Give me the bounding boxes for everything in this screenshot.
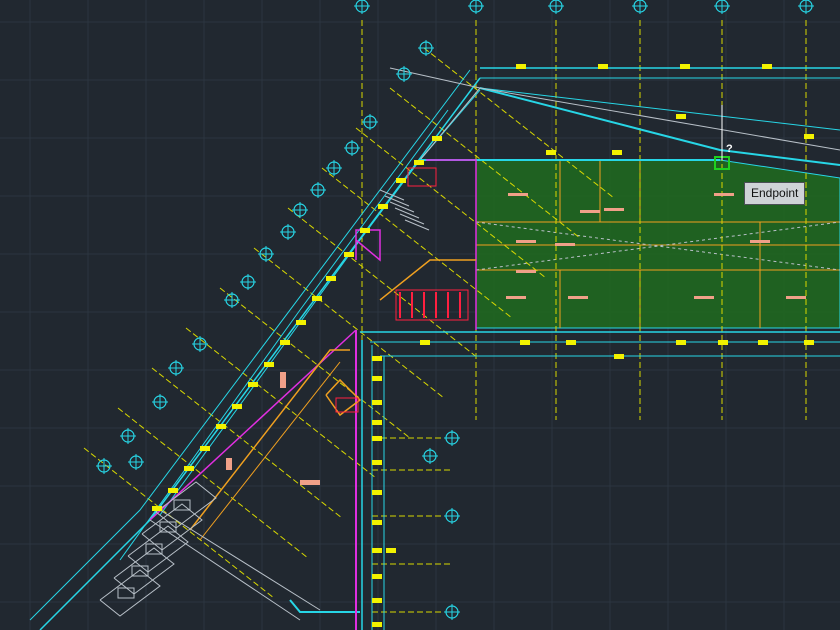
dimension-tag [420, 340, 430, 345]
room-label [516, 270, 536, 273]
dimension-tag [676, 340, 686, 345]
room-label [568, 296, 588, 299]
dimension-tag [184, 466, 194, 471]
dimension-tag [386, 548, 396, 553]
dimension-tag [372, 436, 382, 441]
wall-orange [199, 361, 341, 541]
dimension-tag [432, 136, 442, 141]
axis-line [287, 207, 479, 359]
furniture [280, 372, 286, 388]
dimension-tag [232, 404, 242, 409]
car-outline [117, 587, 135, 599]
dimension-tag [372, 356, 382, 361]
cad-drawing-viewport[interactable]: ? Endpoint [0, 0, 840, 630]
dimension-tag [804, 134, 814, 139]
toilet-block [395, 289, 469, 321]
dimension-tag [804, 340, 814, 345]
dimension-tag [372, 598, 382, 603]
parking-stall [99, 569, 161, 617]
room-label [694, 296, 714, 299]
dimension-tag [520, 340, 530, 345]
room-label [786, 296, 806, 299]
dimension-tag [546, 150, 556, 155]
dimension-tag [372, 420, 382, 425]
room-label [750, 240, 770, 243]
wall-orange [379, 259, 476, 301]
dimension-tag [312, 296, 322, 301]
room-label [508, 193, 528, 196]
dimension-tag [676, 114, 686, 119]
room-label [604, 208, 624, 211]
dimension-tag [762, 64, 772, 69]
dimension-tag [612, 150, 622, 155]
dimension-tag [680, 64, 690, 69]
dimension-tag [598, 64, 608, 69]
parking-stall [141, 503, 203, 551]
wall-lines [29, 67, 840, 630]
wall-grey [149, 519, 301, 621]
wall-slope [479, 87, 840, 166]
dimension-tag [200, 446, 210, 451]
room-label [580, 210, 600, 213]
wall-magenta [355, 229, 381, 262]
dimension-tag [372, 548, 382, 553]
dimension-tag [614, 354, 624, 359]
dimension-tag [414, 160, 424, 165]
dimension-tag [516, 64, 526, 69]
dimension-tag [372, 622, 382, 627]
dimension-tag [372, 400, 382, 405]
room-label [506, 296, 526, 299]
parking-stall [113, 547, 175, 595]
furniture [300, 480, 320, 485]
dimension-tag [372, 376, 382, 381]
wall-grey [159, 509, 321, 611]
dimension-tag [216, 424, 226, 429]
osnap-endpoint-tooltip: Endpoint [744, 182, 806, 205]
dimension-tag [152, 506, 162, 511]
dimension-tag [758, 340, 768, 345]
wall-outer [29, 69, 471, 621]
dimension-tag [344, 252, 354, 257]
dimension-tag [372, 574, 382, 579]
cursor-hint-icon: ? [726, 143, 733, 155]
dimension-tag [248, 382, 258, 387]
dimension-tag [360, 228, 370, 233]
dimension-tag [718, 340, 728, 345]
dimension-tag [280, 340, 290, 345]
dimension-tag [326, 276, 336, 281]
dimension-tag [372, 460, 382, 465]
wall-magenta [149, 329, 357, 521]
dimension-tag [296, 320, 306, 325]
room-label [516, 240, 536, 243]
wall-slope [479, 87, 840, 151]
furniture [226, 458, 232, 470]
room-label [714, 193, 734, 196]
axis-line [219, 287, 411, 439]
dimension-tag [372, 520, 382, 525]
dimension-tag [264, 362, 274, 367]
floor-plan-canvas[interactable] [0, 0, 840, 630]
dimension-tag [168, 488, 178, 493]
dimension-tag [566, 340, 576, 345]
room-label [555, 243, 575, 246]
dimension-tag [378, 204, 388, 209]
wall-slope [479, 87, 840, 131]
dimension-tag [396, 178, 406, 183]
dimension-tag [372, 490, 382, 495]
parking-stall [155, 481, 217, 529]
axis-line [83, 447, 275, 599]
